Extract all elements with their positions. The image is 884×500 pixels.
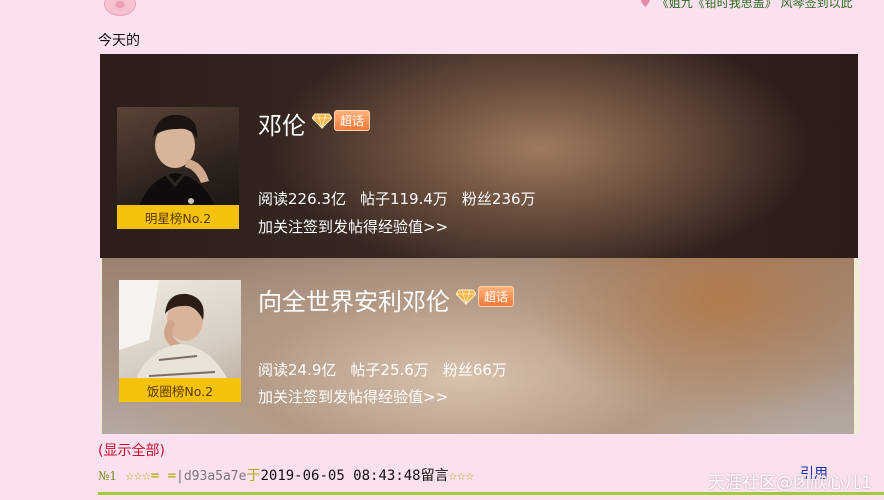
follow-link[interactable]: 加关注签到发帖得经验值>> [258, 386, 448, 407]
topic-title[interactable]: 向全世界安利邓伦 [258, 282, 450, 317]
reply-header: №1 ☆☆☆= =|d93a5a7e于2019-06-05 08:43:48留言… [98, 465, 474, 485]
chaohua-tag: 超话 [334, 110, 371, 131]
divider [98, 492, 884, 495]
post-count: 帖子119.4万 [359, 190, 448, 208]
rank-badge: 明星榜No.2 [117, 205, 239, 229]
message-label: 留言 [420, 468, 449, 484]
read-count: 阅读226.3亿 [258, 190, 346, 208]
super-topic-card-2[interactable]: 饭圈榜No.2 向全世界安利邓伦 超话 阅读24.9亿 帖子25.6万 粉丝66万 … [100, 258, 860, 434]
stars-left: ☆☆☆= = [125, 468, 177, 484]
top-link-text[interactable]: 《姐九《钳时我思盖》 风琴签到以此 [657, 0, 853, 10]
chaohua-badge: 超话 [312, 110, 371, 131]
rank-badge: 饭圈榜No.2 [119, 378, 241, 402]
top-link[interactable]: ♥ 《姐九《钳时我思盖》 风琴签到以此 [640, 0, 853, 11]
reply-time: 2019-06-05 08:43:48 [260, 468, 421, 484]
topic-title[interactable]: 邓伦 [258, 106, 306, 141]
at-label: 于 [246, 468, 261, 484]
topic-stats: 阅读226.3亿 帖子119.4万 粉丝236万 [258, 188, 550, 209]
chaohua-tag: 超话 [478, 286, 515, 307]
top-strip: ♥ 《姐九《钳时我思盖》 风琴签到以此 [0, 0, 884, 20]
fan-count: 粉丝66万 [442, 361, 507, 379]
post-count: 帖子25.6万 [350, 361, 429, 379]
watermark: 天涯社区@团欣心儿1 [708, 473, 872, 493]
diamond-icon [456, 289, 476, 305]
topic-stats: 阅读24.9亿 帖子25.6万 粉丝66万 [258, 359, 521, 380]
reply-number: №1 [98, 469, 117, 483]
chaohua-badge: 超话 [456, 286, 515, 307]
today-label: 今天的 [98, 33, 140, 49]
show-all-link[interactable]: (显示全部) [98, 440, 165, 460]
pig-avatar-icon [104, 0, 136, 16]
heart-icon: ♥ [640, 0, 651, 10]
stars-right: ☆☆☆ [448, 468, 474, 484]
follow-link[interactable]: 加关注签到发帖得经验值>> [258, 216, 448, 237]
diamond-icon [312, 113, 332, 129]
super-topic-card-1[interactable]: 明星榜No.2 邓伦 超话 阅读226.3亿 帖子119.4万 粉丝236万 加关注… [100, 54, 858, 258]
user-id[interactable]: |d93a5a7e [176, 469, 246, 484]
fan-portrait: 饭圈榜No.2 [119, 280, 241, 402]
read-count: 阅读24.9亿 [258, 361, 337, 379]
fan-count: 粉丝236万 [461, 190, 536, 208]
star-portrait: 明星榜No.2 [117, 107, 239, 229]
